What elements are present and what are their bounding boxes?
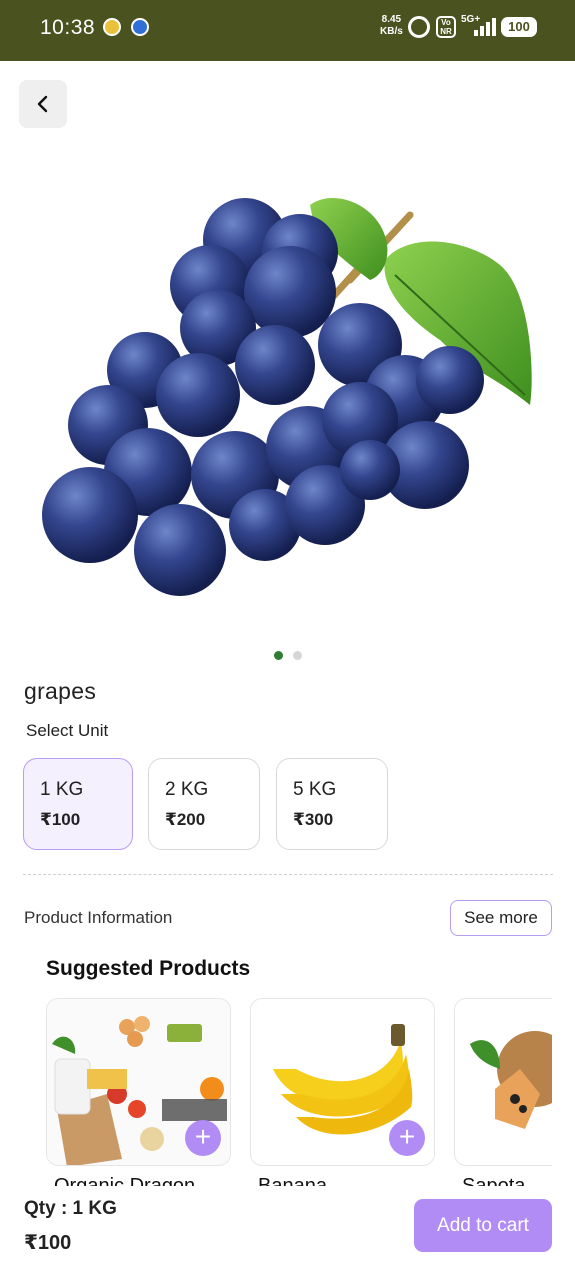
suggested-products-list[interactable]: + Organic Dragon + Banana Sapota bbox=[46, 998, 552, 1188]
cart-bar: Qty : 1 KG ₹100 Add to cart bbox=[0, 1186, 575, 1280]
unit-option-2kg[interactable]: 2 KG ₹200 bbox=[148, 758, 260, 850]
unit-price: ₹200 bbox=[165, 810, 206, 829]
suggested-product-card[interactable]: + Banana bbox=[250, 998, 435, 1188]
chevron-left-icon bbox=[37, 95, 48, 113]
carousel-dot[interactable] bbox=[293, 651, 302, 660]
sapota-image bbox=[454, 998, 552, 1166]
back-button[interactable] bbox=[19, 80, 67, 128]
product-image[interactable] bbox=[30, 180, 550, 620]
suggested-product-card[interactable]: + Organic Dragon bbox=[46, 998, 231, 1188]
status-time: 10:38 bbox=[40, 16, 96, 39]
product-name: grapes bbox=[24, 678, 97, 704]
alarm-icon bbox=[408, 16, 430, 38]
quantity-label: Qty : 1 KG bbox=[24, 1198, 117, 1219]
see-more-button[interactable]: See more bbox=[450, 900, 552, 936]
divider bbox=[23, 874, 553, 875]
carousel-indicator bbox=[274, 651, 314, 661]
unit-name: 1 KG bbox=[40, 779, 84, 800]
grapes-image bbox=[42, 197, 532, 596]
signal-icon bbox=[466, 18, 496, 36]
network-speed-unit: KB/s bbox=[380, 26, 403, 37]
unit-price: ₹100 bbox=[40, 810, 81, 829]
network-speed-value: 8.45 bbox=[381, 14, 402, 25]
select-unit-label: Select Unit bbox=[26, 721, 109, 740]
battery-icon: 100 bbox=[501, 17, 537, 37]
notification-app-icon bbox=[103, 18, 121, 36]
product-information-label: Product Information bbox=[24, 908, 173, 927]
status-bar: 10:38 8.45 KB/s Vo NR 5G+ 100 bbox=[0, 0, 575, 61]
network-speed: 8.45 KB/s bbox=[380, 14, 403, 38]
unit-name: 5 KG bbox=[293, 779, 337, 800]
suggested-products-title: Suggested Products bbox=[46, 957, 251, 980]
total-price: ₹100 bbox=[24, 1232, 72, 1254]
unit-price: ₹300 bbox=[293, 810, 334, 829]
volte-icon: Vo NR bbox=[436, 16, 456, 38]
add-suggested-button[interactable]: + bbox=[389, 1120, 425, 1156]
add-suggested-button[interactable]: + bbox=[185, 1120, 221, 1156]
carousel-dot-active[interactable] bbox=[274, 651, 283, 660]
suggested-product-card[interactable]: Sapota bbox=[454, 998, 552, 1188]
notification-app-icon-2 bbox=[131, 18, 149, 36]
unit-option-5kg[interactable]: 5 KG ₹300 bbox=[276, 758, 388, 850]
unit-name: 2 KG bbox=[165, 779, 209, 800]
add-to-cart-button[interactable]: Add to cart bbox=[414, 1199, 552, 1252]
unit-option-1kg[interactable]: 1 KG ₹100 bbox=[23, 758, 133, 850]
